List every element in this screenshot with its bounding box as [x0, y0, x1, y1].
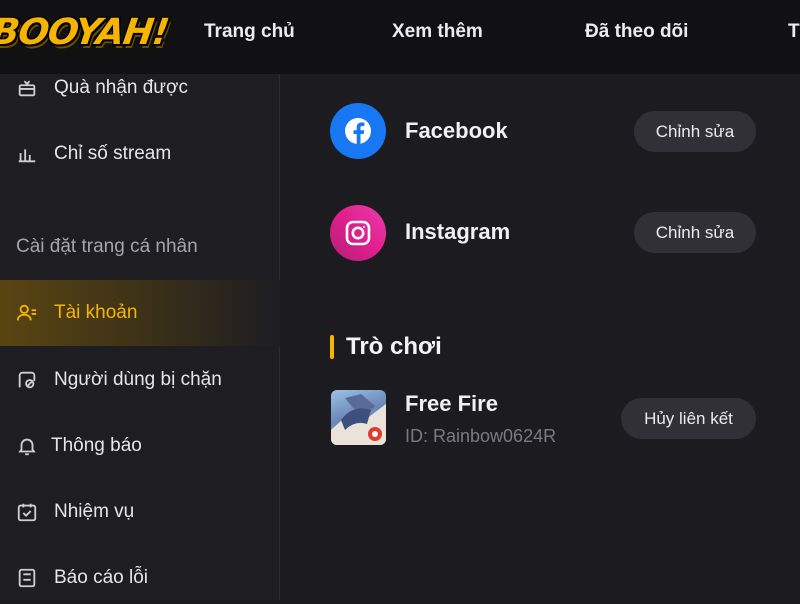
gift-icon	[18, 80, 36, 97]
sidebar-item-label: Chỉ số stream	[54, 143, 172, 164]
free-fire-artwork	[331, 394, 386, 445]
facebook-account-name: Facebook	[405, 118, 508, 143]
logo-text: BOOYAH!	[0, 12, 171, 53]
nav-home[interactable]: Trang chủ	[204, 21, 295, 43]
sidebar-item-account[interactable]: Tài khoản	[0, 280, 280, 346]
sidebar-item-notifications[interactable]: Thông báo	[0, 420, 280, 472]
report-icon	[18, 568, 36, 588]
sidebar-item-label: Tài khoản	[54, 302, 138, 323]
instagram-account-name: Instagram	[405, 219, 511, 244]
facebook-glyph	[345, 118, 371, 144]
booyah-logo[interactable]: BOOYAH!	[0, 4, 171, 58]
section-accent-bar	[330, 335, 334, 359]
top-navigation-bar: BOOYAH! Trang chủ Xem thêm Đã theo dõi T	[0, 0, 800, 74]
instagram-edit-button[interactable]: Chỉnh sửa	[634, 212, 756, 253]
bell-icon	[18, 438, 36, 456]
sidebar-item-label: Nhiệm vụ	[54, 501, 135, 522]
blocked-user-icon	[18, 371, 36, 389]
sidebar-item-label: Người dùng bị chặn	[54, 369, 222, 390]
instagram-glyph	[345, 220, 371, 246]
nav-explore[interactable]: Xem thêm	[392, 21, 483, 43]
sidebar-item-label: Thông báo	[51, 435, 142, 456]
sidebar-item-stream-stats[interactable]: Chỉ số stream	[0, 128, 280, 180]
nav-following[interactable]: Đã theo dõi	[585, 21, 688, 43]
games-section-title: Trò chơi	[330, 332, 442, 362]
facebook-icon	[330, 103, 386, 159]
sidebar-item-bug-report[interactable]: Báo cáo lỗi	[0, 552, 280, 604]
sidebar-section-label: Cài đặt trang cá nhân	[16, 236, 198, 257]
free-fire-icon	[331, 390, 386, 445]
game-name: Free Fire	[405, 391, 498, 416]
sidebar-item-blocked-users[interactable]: Người dùng bị chặn	[0, 354, 280, 406]
user-settings-icon	[16, 304, 37, 321]
sidebar-item-missions[interactable]: Nhiệm vụ	[0, 486, 280, 538]
nav-item-cut[interactable]: T	[788, 21, 800, 43]
game-player-id: ID: Rainbow0624R	[405, 426, 557, 446]
bar-chart-icon	[18, 149, 36, 163]
facebook-edit-button[interactable]: Chỉnh sửa	[634, 111, 756, 152]
unlink-game-button[interactable]: Hủy liên kết	[621, 398, 756, 439]
sidebar-item-label: Báo cáo lỗi	[54, 567, 149, 588]
sidebar-item-label: Quà nhận được	[54, 77, 188, 98]
instagram-icon	[330, 205, 386, 261]
calendar-check-icon	[17, 503, 37, 522]
games-section-title-text: Trò chơi	[346, 333, 442, 360]
